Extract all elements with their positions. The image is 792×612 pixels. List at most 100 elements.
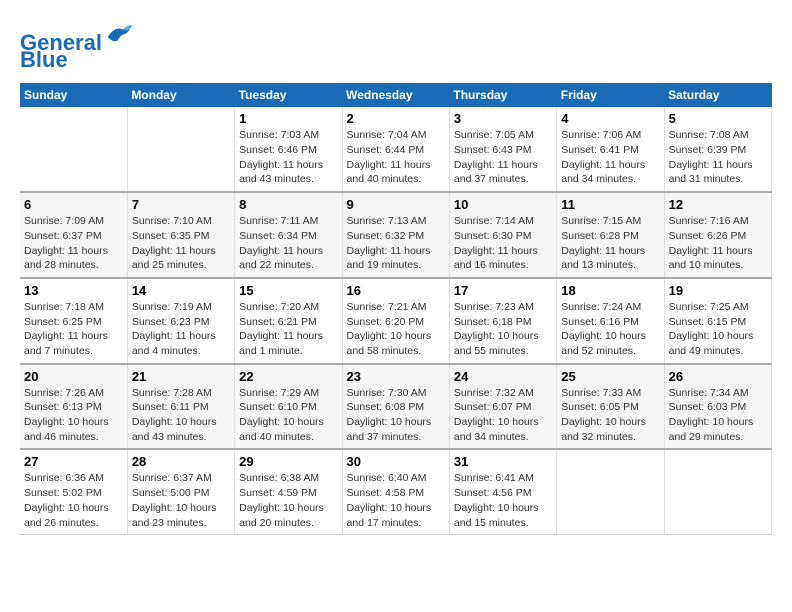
day-number: 28 bbox=[132, 454, 230, 469]
cell-info: Sunrise: 7:18 AMSunset: 6:25 PMDaylight:… bbox=[24, 300, 123, 359]
calendar-header-row: SundayMondayTuesdayWednesdayThursdayFrid… bbox=[20, 83, 772, 107]
day-number: 31 bbox=[454, 454, 552, 469]
cell-info: Sunrise: 7:15 AMSunset: 6:28 PMDaylight:… bbox=[561, 214, 659, 273]
cell-info: Sunrise: 7:13 AMSunset: 6:32 PMDaylight:… bbox=[347, 214, 445, 273]
calendar-cell: 29 Sunrise: 6:38 AMSunset: 4:59 PMDayligh… bbox=[235, 449, 342, 534]
week-row-2: 6 Sunrise: 7:09 AMSunset: 6:37 PMDaylight… bbox=[20, 192, 772, 278]
calendar-cell bbox=[127, 107, 234, 192]
calendar-cell: 3 Sunrise: 7:05 AMSunset: 6:43 PMDaylight… bbox=[449, 107, 556, 192]
calendar-cell: 21 Sunrise: 7:28 AMSunset: 6:11 PMDayligh… bbox=[127, 364, 234, 450]
day-number: 4 bbox=[561, 111, 659, 126]
cell-info: Sunrise: 7:09 AMSunset: 6:37 PMDaylight:… bbox=[24, 214, 123, 273]
cell-info: Sunrise: 7:24 AMSunset: 6:16 PMDaylight:… bbox=[561, 300, 659, 359]
day-number: 12 bbox=[669, 197, 767, 212]
calendar-cell: 18 Sunrise: 7:24 AMSunset: 6:16 PMDayligh… bbox=[557, 278, 664, 364]
calendar-cell: 1Sunrise: 7:03 AMSunset: 6:46 PMDaylight… bbox=[235, 107, 342, 192]
day-number: 15 bbox=[239, 283, 337, 298]
calendar-cell: 17 Sunrise: 7:23 AMSunset: 6:18 PMDayligh… bbox=[449, 278, 556, 364]
calendar-cell: 13 Sunrise: 7:18 AMSunset: 6:25 PMDayligh… bbox=[20, 278, 127, 364]
day-number: 19 bbox=[669, 283, 767, 298]
cell-info: Sunrise: 7:26 AMSunset: 6:13 PMDaylight:… bbox=[24, 386, 123, 445]
calendar-cell: 27Sunrise: 6:36 AMSunset: 5:02 PMDayligh… bbox=[20, 449, 127, 534]
column-header-friday: Friday bbox=[557, 83, 664, 107]
calendar-cell: 30 Sunrise: 6:40 AMSunset: 4:58 PMDayligh… bbox=[342, 449, 449, 534]
calendar-cell: 5 Sunrise: 7:08 AMSunset: 6:39 PMDaylight… bbox=[664, 107, 771, 192]
week-row-1: 1Sunrise: 7:03 AMSunset: 6:46 PMDaylight… bbox=[20, 107, 772, 192]
cell-info: Sunrise: 7:16 AMSunset: 6:26 PMDaylight:… bbox=[669, 214, 767, 273]
column-header-monday: Monday bbox=[127, 83, 234, 107]
week-row-4: 20Sunrise: 7:26 AMSunset: 6:13 PMDayligh… bbox=[20, 364, 772, 450]
cell-info: Sunrise: 6:40 AMSunset: 4:58 PMDaylight:… bbox=[347, 471, 445, 530]
calendar-cell: 9 Sunrise: 7:13 AMSunset: 6:32 PMDaylight… bbox=[342, 192, 449, 278]
logo-bird-icon bbox=[104, 20, 134, 50]
day-number: 24 bbox=[454, 369, 552, 384]
cell-info: Sunrise: 6:38 AMSunset: 4:59 PMDaylight:… bbox=[239, 471, 337, 530]
cell-info: Sunrise: 7:34 AMSunset: 6:03 PMDaylight:… bbox=[669, 386, 767, 445]
cell-info: Sunrise: 7:11 AMSunset: 6:34 PMDaylight:… bbox=[239, 214, 337, 273]
cell-info: Sunrise: 7:20 AMSunset: 6:21 PMDaylight:… bbox=[239, 300, 337, 359]
column-header-sunday: Sunday bbox=[20, 83, 127, 107]
cell-info: Sunrise: 7:10 AMSunset: 6:35 PMDaylight:… bbox=[132, 214, 230, 273]
day-number: 11 bbox=[561, 197, 659, 212]
day-number: 29 bbox=[239, 454, 337, 469]
calendar-cell: 25 Sunrise: 7:33 AMSunset: 6:05 PMDayligh… bbox=[557, 364, 664, 450]
calendar-table: SundayMondayTuesdayWednesdayThursdayFrid… bbox=[20, 83, 772, 535]
day-number: 6 bbox=[24, 197, 123, 212]
calendar-cell: 4 Sunrise: 7:06 AMSunset: 6:41 PMDaylight… bbox=[557, 107, 664, 192]
day-number: 13 bbox=[24, 283, 123, 298]
day-number: 1 bbox=[239, 111, 337, 126]
cell-info: Sunrise: 7:05 AMSunset: 6:43 PMDaylight:… bbox=[454, 128, 552, 187]
day-number: 16 bbox=[347, 283, 445, 298]
day-number: 18 bbox=[561, 283, 659, 298]
day-number: 5 bbox=[669, 111, 767, 126]
calendar-cell: 8 Sunrise: 7:11 AMSunset: 6:34 PMDaylight… bbox=[235, 192, 342, 278]
calendar-cell: 6 Sunrise: 7:09 AMSunset: 6:37 PMDaylight… bbox=[20, 192, 127, 278]
column-header-saturday: Saturday bbox=[664, 83, 771, 107]
calendar-cell: 23 Sunrise: 7:30 AMSunset: 6:08 PMDayligh… bbox=[342, 364, 449, 450]
calendar-cell: 28 Sunrise: 6:37 AMSunset: 5:00 PMDayligh… bbox=[127, 449, 234, 534]
day-number: 10 bbox=[454, 197, 552, 212]
cell-info: Sunrise: 7:32 AMSunset: 6:07 PMDaylight:… bbox=[454, 386, 552, 445]
calendar-cell: 2 Sunrise: 7:04 AMSunset: 6:44 PMDaylight… bbox=[342, 107, 449, 192]
day-number: 2 bbox=[347, 111, 445, 126]
column-header-tuesday: Tuesday bbox=[235, 83, 342, 107]
day-number: 17 bbox=[454, 283, 552, 298]
day-number: 8 bbox=[239, 197, 337, 212]
day-number: 26 bbox=[669, 369, 767, 384]
cell-info: Sunrise: 7:06 AMSunset: 6:41 PMDaylight:… bbox=[561, 128, 659, 187]
cell-info: Sunrise: 7:21 AMSunset: 6:20 PMDaylight:… bbox=[347, 300, 445, 359]
cell-info: Sunrise: 7:29 AMSunset: 6:10 PMDaylight:… bbox=[239, 386, 337, 445]
calendar-cell bbox=[664, 449, 771, 534]
calendar-cell: 14Sunrise: 7:19 AMSunset: 6:23 PMDayligh… bbox=[127, 278, 234, 364]
day-number: 23 bbox=[347, 369, 445, 384]
calendar-cell: 19 Sunrise: 7:25 AMSunset: 6:15 PMDayligh… bbox=[664, 278, 771, 364]
calendar-body: 1Sunrise: 7:03 AMSunset: 6:46 PMDaylight… bbox=[20, 107, 772, 535]
cell-info: Sunrise: 7:14 AMSunset: 6:30 PMDaylight:… bbox=[454, 214, 552, 273]
cell-info: Sunrise: 7:25 AMSunset: 6:15 PMDaylight:… bbox=[669, 300, 767, 359]
day-number: 9 bbox=[347, 197, 445, 212]
calendar-cell bbox=[20, 107, 127, 192]
cell-info: Sunrise: 7:19 AMSunset: 6:23 PMDaylight:… bbox=[132, 300, 230, 359]
day-number: 21 bbox=[132, 369, 230, 384]
calendar-cell: 20Sunrise: 7:26 AMSunset: 6:13 PMDayligh… bbox=[20, 364, 127, 450]
cell-info: Sunrise: 6:37 AMSunset: 5:00 PMDaylight:… bbox=[132, 471, 230, 530]
calendar-cell: 15 Sunrise: 7:20 AMSunset: 6:21 PMDayligh… bbox=[235, 278, 342, 364]
calendar-cell: 22Sunrise: 7:29 AMSunset: 6:10 PMDayligh… bbox=[235, 364, 342, 450]
calendar-cell: 24 Sunrise: 7:32 AMSunset: 6:07 PMDayligh… bbox=[449, 364, 556, 450]
day-number: 30 bbox=[347, 454, 445, 469]
cell-info: Sunrise: 6:41 AMSunset: 4:56 PMDaylight:… bbox=[454, 471, 552, 530]
cell-info: Sunrise: 7:28 AMSunset: 6:11 PMDaylight:… bbox=[132, 386, 230, 445]
cell-info: Sunrise: 7:04 AMSunset: 6:44 PMDaylight:… bbox=[347, 128, 445, 187]
cell-info: Sunrise: 7:33 AMSunset: 6:05 PMDaylight:… bbox=[561, 386, 659, 445]
calendar-cell: 7 Sunrise: 7:10 AMSunset: 6:35 PMDaylight… bbox=[127, 192, 234, 278]
cell-info: Sunrise: 7:30 AMSunset: 6:08 PMDaylight:… bbox=[347, 386, 445, 445]
cell-info: Sunrise: 7:23 AMSunset: 6:18 PMDaylight:… bbox=[454, 300, 552, 359]
cell-info: Sunrise: 6:36 AMSunset: 5:02 PMDaylight:… bbox=[24, 471, 123, 530]
day-number: 7 bbox=[132, 197, 230, 212]
calendar-cell: 10 Sunrise: 7:14 AMSunset: 6:30 PMDayligh… bbox=[449, 192, 556, 278]
calendar-cell: 11 Sunrise: 7:15 AMSunset: 6:28 PMDayligh… bbox=[557, 192, 664, 278]
day-number: 3 bbox=[454, 111, 552, 126]
day-number: 25 bbox=[561, 369, 659, 384]
column-header-wednesday: Wednesday bbox=[342, 83, 449, 107]
cell-info: Sunrise: 7:08 AMSunset: 6:39 PMDaylight:… bbox=[669, 128, 767, 187]
